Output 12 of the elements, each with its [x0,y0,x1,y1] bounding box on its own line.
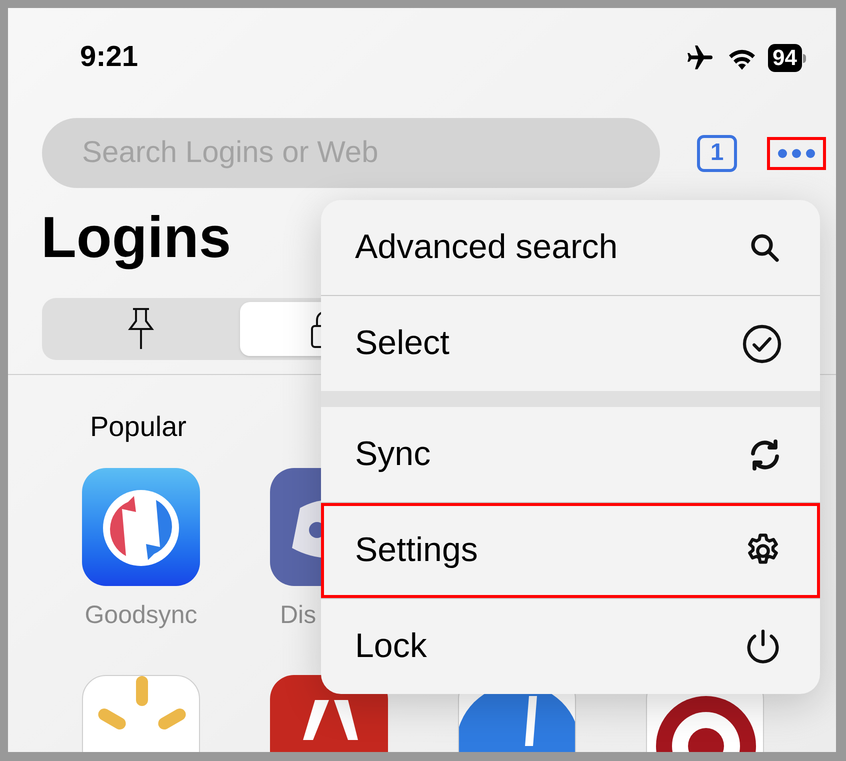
menu-item[interactable]: Settings [321,503,820,598]
app-label: Goodsync [84,600,198,630]
status-time: 9:21 [80,40,138,76]
menu-item[interactable]: Sync [321,407,820,502]
menu-item[interactable]: Advanced search [321,200,820,295]
app-label: Dis [280,600,316,630]
section-heading: Popular [90,411,188,443]
menu-item[interactable]: Lock [321,599,820,694]
battery-level: 94 [768,44,802,72]
tab-count-button[interactable]: 1 [697,134,737,172]
page-title: Logins [41,206,232,270]
menu-item[interactable]: Select [321,296,820,391]
